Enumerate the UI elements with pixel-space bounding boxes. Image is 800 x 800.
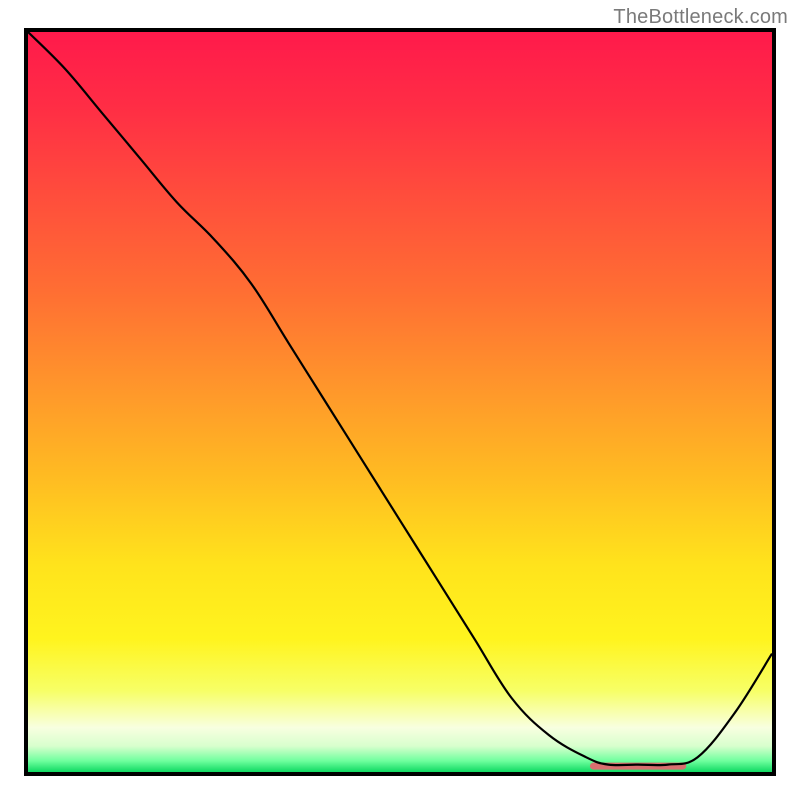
attribution-text: TheBottleneck.com xyxy=(613,6,788,29)
bottleneck-chart xyxy=(28,32,772,772)
chart-frame xyxy=(24,28,776,776)
chart-background xyxy=(28,32,772,772)
